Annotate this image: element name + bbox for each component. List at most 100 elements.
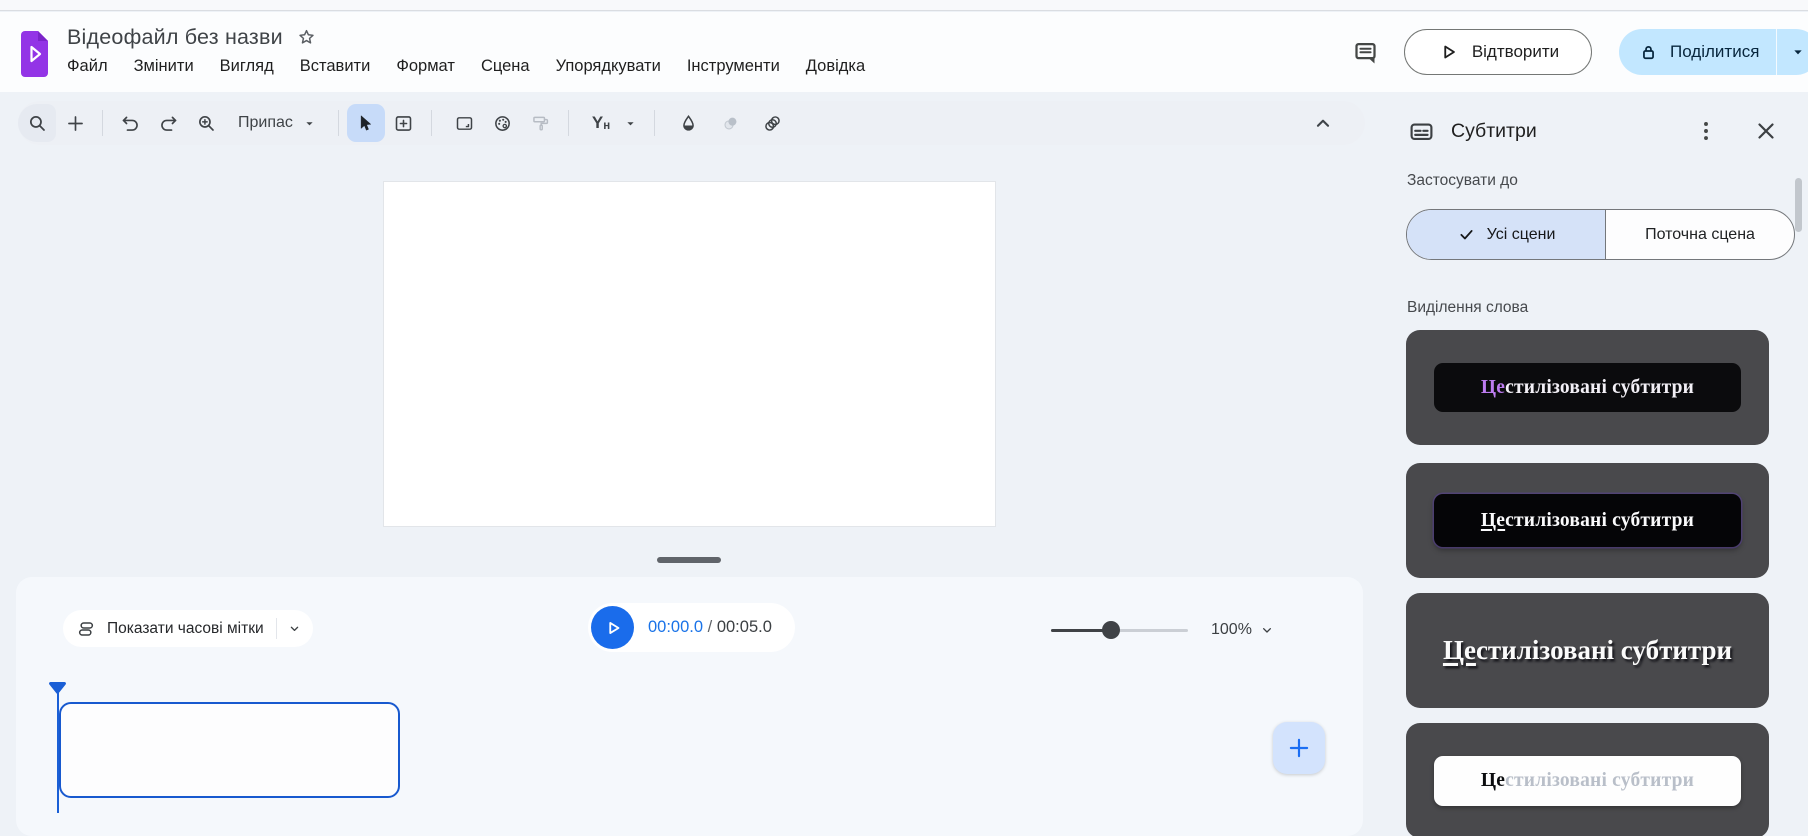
frame-tool-button[interactable] [446,104,484,142]
time-display: 00:00.0 / 00:05.0 [648,618,772,637]
menu-file[interactable]: Файл [67,57,108,76]
playback-control: 00:00.0 / 00:05.0 [588,603,795,652]
shadow-tool-button[interactable] [711,104,749,142]
font-style-sub-letter: н [603,120,611,132]
toolbar: Припас Y н [18,101,1365,145]
paint-roller-icon [533,116,549,130]
document-title[interactable]: Відеофайл без назви [67,25,283,50]
panel-title: Субтитри [1451,120,1537,142]
show-timestamps-label: Показати часові мітки [107,619,264,637]
collapse-toolbar-icon[interactable] [1311,112,1335,134]
zoom-fit-label: Припас [238,114,293,131]
timeline-play-button[interactable] [591,606,634,649]
toolbar-divider [567,110,569,136]
window-top-strip [0,0,1808,11]
text-box-tool-button[interactable] [385,104,423,142]
highlighted-word: Це [1442,635,1476,665]
subtitle-style-option-2[interactable]: Це стилізовані субтитри [1406,463,1769,578]
animation-tool-button[interactable] [753,104,791,142]
vids-logo-icon[interactable] [21,31,48,77]
redo-button[interactable] [149,104,187,142]
text-style-select[interactable]: Y н [577,113,646,133]
fill-color-button[interactable] [669,104,707,142]
lock-icon [1643,45,1654,59]
share-menu-arrow[interactable] [1777,29,1808,75]
segment-current-scene[interactable]: Поточна сцена [1606,210,1794,259]
plus-icon [1289,738,1309,758]
toolbar-divider [337,110,339,136]
word-highlight-label: Виділення слова [1407,299,1529,316]
subtitle-text: стилізовані субтитри [1505,509,1695,531]
add-scene-button[interactable] [1273,722,1325,774]
paint-format-button[interactable] [522,104,560,142]
palette-icon [495,115,511,131]
segment-all-scenes[interactable]: Усі сцени [1407,210,1606,259]
timeline-zoom-select[interactable]: 100% [1211,621,1275,639]
menu-view[interactable]: Вигляд [220,57,274,76]
preview-play-button[interactable]: Відтворити [1404,29,1592,75]
menu-tools[interactable]: Інструменти [687,57,780,76]
share-label: Поділитися [1670,42,1760,61]
timestamps-dropdown-arrow[interactable] [277,621,313,636]
scene-canvas[interactable] [383,181,996,527]
plus-icon [67,115,83,131]
share-divider [1776,29,1778,75]
subtitle-text: стилізовані субтитри [1475,635,1733,665]
play-outline-icon [608,621,619,634]
subtitle-style-option-3[interactable]: Це стилізовані субтитри [1406,593,1769,708]
theme-colors-button[interactable] [484,104,522,142]
total-time: 00:05.0 [716,618,772,636]
toolbar-divider [430,110,432,136]
preview-play-label: Відтворити [1471,42,1560,61]
panel-resize-handle[interactable] [657,557,721,563]
show-timestamps-toggle[interactable]: Показати часові мітки [63,610,313,647]
frame-icon [457,116,473,130]
check-icon [1460,230,1473,240]
search-icon [29,115,45,131]
add-text-box-icon [396,115,412,131]
highlighted-word: Це [1480,769,1506,791]
subtitles-panel: Субтитри Застосувати до Усі сцени Поточн… [1385,92,1808,836]
duplicate-circles-icon [724,117,737,129]
motion-rings-icon [764,115,780,131]
menu-insert[interactable]: Вставити [300,57,371,76]
highlighted-word: Це [1480,376,1506,398]
current-time: 00:00.0 [648,618,704,636]
zoom-in-button[interactable] [187,104,225,142]
menu-scene[interactable]: Сцена [481,57,530,76]
subtitle-preview: Це стилізовані субтитри [1434,755,1741,806]
panel-scrollbar[interactable] [1795,178,1802,232]
ink-drop-icon [682,114,694,131]
redo-icon [160,116,176,131]
font-style-icon: Y н [577,113,616,133]
zoom-percent: 100% [1211,621,1252,638]
insert-tool-button[interactable] [56,104,94,142]
zoom-fit-select[interactable]: Припас [225,114,330,132]
menu-arrange[interactable]: Упорядкувати [556,57,661,76]
time-separator: / [703,618,717,636]
share-button[interactable]: Поділитися [1619,29,1808,75]
menu-format[interactable]: Формат [396,57,455,76]
subtitle-style-option-4[interactable]: Це стилізовані субтитри [1406,723,1769,836]
star-icon[interactable] [296,27,317,48]
menu-edit[interactable]: Змінити [134,57,194,76]
subtitle-preview: Це стилізовані субтитри [1434,494,1741,547]
caret-down-icon [306,121,313,125]
subtitle-preview: Це стилізовані субтитри [1434,363,1741,412]
scene-clip-selected[interactable] [59,702,400,798]
close-panel-icon[interactable] [1753,118,1779,144]
subtitle-text: стилізовані субтитри [1505,769,1695,791]
timeline-zoom-slider-thumb[interactable] [1102,621,1120,639]
caret-down-icon [627,121,634,125]
captions-icon [1410,123,1433,140]
select-tool-button[interactable] [346,104,385,142]
undo-button[interactable] [111,104,149,142]
highlighted-word: Це [1480,509,1506,531]
search-tool-button[interactable] [18,104,56,142]
caret-down-icon [1794,50,1803,55]
menu-help[interactable]: Довідка [806,57,865,76]
panel-menu-icon[interactable] [1693,118,1719,144]
subtitle-style-option-1[interactable]: Це стилізовані субтитри [1406,330,1769,445]
undo-icon [122,116,138,131]
comments-icon[interactable] [1352,39,1379,66]
